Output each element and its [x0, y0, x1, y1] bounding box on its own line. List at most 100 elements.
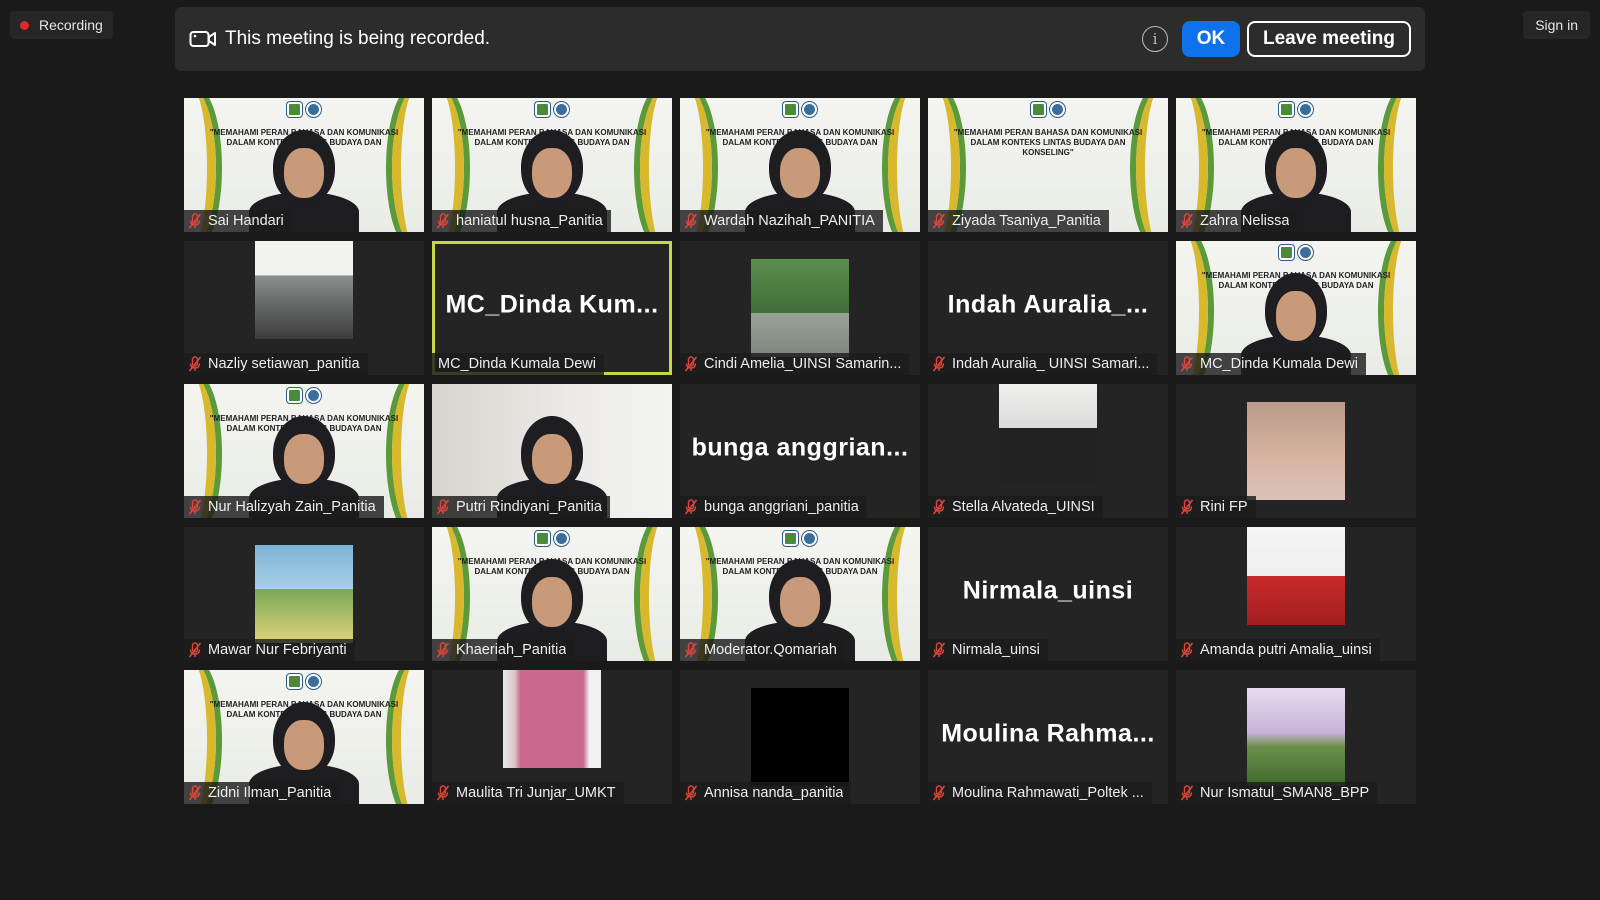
recording-indicator[interactable]: Recording [10, 11, 113, 39]
institution-logos [287, 388, 321, 403]
participant-tile[interactable]: Putri Rindiyani_Panitia [432, 384, 672, 518]
participant-name-label: Wardah Nazihah_PANITIA [680, 210, 883, 232]
participant-name-label: Rini FP [1176, 496, 1256, 518]
participant-display-name: bunga anggrian... [691, 433, 909, 462]
participant-photo [255, 545, 353, 643]
gallery-view: "MEMAHAMI PERAN BAHASA DAN KOMUNIKASI DA… [184, 98, 1416, 804]
mic-muted-icon [188, 499, 202, 515]
participant-tile[interactable]: "MEMAHAMI PERAN BAHASA DAN KOMUNIKASI DA… [184, 670, 424, 804]
participant-name-label: Putri Rindiyani_Panitia [432, 496, 610, 518]
participant-tile[interactable]: "MEMAHAMI PERAN BAHASA DAN KOMUNIKASI DA… [1176, 241, 1416, 375]
participant-tile[interactable]: Annisa nanda_panitia [680, 670, 920, 804]
participant-tile[interactable]: Moulina Rahma... Moulina Rahmawati_Poltek… [928, 670, 1168, 804]
ok-button[interactable]: OK [1182, 21, 1240, 57]
mic-muted-icon [684, 356, 698, 372]
swoosh-decoration [1136, 98, 1168, 232]
mic-muted-icon [188, 213, 202, 229]
participant-name-label: Nirmala_uinsi [928, 639, 1048, 661]
participant-name: Indah Auralia_ UINSI Samari... [952, 356, 1150, 372]
participant-name-label: bunga anggriani_panitia [680, 496, 867, 518]
participant-tile[interactable]: "MEMAHAMI PERAN BAHASA DAN KOMUNIKASI DA… [184, 98, 424, 232]
mic-muted-icon [436, 499, 450, 515]
institution-logos [783, 531, 817, 546]
participant-name-label: Khaeriah_Panitia [432, 639, 575, 661]
mic-muted-icon [436, 213, 450, 229]
mic-muted-icon [684, 499, 698, 515]
participant-tile[interactable]: "MEMAHAMI PERAN BAHASA DAN KOMUNIKASI DA… [928, 98, 1168, 232]
participant-tile[interactable]: Indah Auralia_... Indah Auralia_ UINSI Sa… [928, 241, 1168, 375]
participant-photo [1247, 688, 1345, 786]
institution-logos [535, 102, 569, 117]
participant-name-label: Ziyada Tsaniya_Panitia [928, 210, 1109, 232]
participant-tile[interactable]: "MEMAHAMI PERAN BAHASA DAN KOMUNIKASI DA… [432, 98, 672, 232]
participant-tile[interactable]: Nazliy setiawan_panitia [184, 241, 424, 375]
leave-meeting-button[interactable]: Leave meeting [1247, 21, 1411, 57]
mic-muted-icon [932, 642, 946, 658]
participant-name-label: Amanda putri Amalia_uinsi [1176, 639, 1380, 661]
participant-name: Cindi Amelia_UINSI Samarin... [704, 356, 902, 372]
participant-name-label: Zahra Nelissa [1176, 210, 1298, 232]
participant-name: bunga anggriani_panitia [704, 499, 859, 515]
participant-name: Mawar Nur Febriyanti [208, 642, 347, 658]
participant-tile[interactable]: Nirmala_uinsi Nirmala_uinsi [928, 527, 1168, 661]
mic-muted-icon [932, 213, 946, 229]
institution-logos [1279, 245, 1313, 260]
participant-tile[interactable]: "MEMAHAMI PERAN BAHASA DAN KOMUNIKASI DA… [680, 98, 920, 232]
participant-name: Maulita Tri Junjar_UMKT [456, 785, 616, 801]
participant-name: Nur Ismatul_SMAN8_BPP [1200, 785, 1370, 801]
participant-name: MC_Dinda Kumala Dewi [1200, 356, 1358, 372]
participant-name: Wardah Nazihah_PANITIA [704, 213, 875, 229]
participant-tile[interactable]: Mawar Nur Febriyanti [184, 527, 424, 661]
mic-muted-icon [1180, 499, 1194, 515]
participant-name: Amanda putri Amalia_uinsi [1200, 642, 1372, 658]
participant-tile[interactable]: "MEMAHAMI PERAN BAHASA DAN KOMUNIKASI DA… [1176, 98, 1416, 232]
participant-photo [999, 384, 1097, 482]
institution-logos [535, 531, 569, 546]
participant-tile[interactable]: "MEMAHAMI PERAN BAHASA DAN KOMUNIKASI DA… [432, 527, 672, 661]
institution-logos [287, 102, 321, 117]
participant-name-label: Stella Alvateda_UINSI [928, 496, 1103, 518]
institution-logos [1031, 102, 1065, 117]
participant-tile[interactable]: Maulita Tri Junjar_UMKT [432, 670, 672, 804]
mic-muted-icon [1180, 356, 1194, 372]
participant-tile[interactable]: "MEMAHAMI PERAN BAHASA DAN KOMUNIKASI DA… [184, 384, 424, 518]
participant-tile[interactable]: "MEMAHAMI PERAN BAHASA DAN KOMUNIKASI DA… [680, 527, 920, 661]
participant-name: Rini FP [1200, 499, 1248, 515]
participant-name: MC_Dinda Kumala Dewi [438, 356, 596, 372]
participant-name-label: haniatul husna_Panitia [432, 210, 611, 232]
participant-name-label: Zidni Ilman_Panitia [184, 782, 340, 804]
participant-tile[interactable]: bunga anggrian... bunga anggriani_panitia [680, 384, 920, 518]
mic-muted-icon [1180, 213, 1194, 229]
mic-muted-icon [684, 642, 698, 658]
participant-photo [503, 670, 601, 768]
webinar-title: "MEMAHAMI PERAN BAHASA DAN KOMUNIKASI DA… [953, 128, 1143, 157]
participant-name-label: MC_Dinda Kumala Dewi [1176, 353, 1366, 375]
recording-consent-banner: This meeting is being recorded. i OK Lea… [175, 7, 1425, 71]
participant-tile[interactable]: Rini FP [1176, 384, 1416, 518]
mic-muted-icon [932, 356, 946, 372]
mic-muted-icon [188, 642, 202, 658]
swoosh-decoration [1384, 98, 1416, 232]
participant-name: Khaeriah_Panitia [456, 642, 567, 658]
participant-name-label: Maulita Tri Junjar_UMKT [432, 782, 624, 804]
participant-photo [255, 241, 353, 339]
mic-muted-icon [1180, 642, 1194, 658]
institution-logos [1279, 102, 1313, 117]
participant-display-name: Moulina Rahma... [941, 719, 1155, 748]
swoosh-decoration [1384, 241, 1416, 375]
sign-in-button[interactable]: Sign in [1523, 11, 1590, 39]
participant-name: haniatul husna_Panitia [456, 213, 603, 229]
mic-muted-icon [1180, 785, 1194, 801]
participant-name-label: Indah Auralia_ UINSI Samari... [928, 353, 1158, 375]
info-icon[interactable]: i [1142, 26, 1168, 52]
participant-name-label: Moulina Rahmawati_Poltek ... [928, 782, 1152, 804]
participant-tile[interactable]: Amanda putri Amalia_uinsi [1176, 527, 1416, 661]
participant-tile[interactable]: Cindi Amelia_UINSI Samarin... [680, 241, 920, 375]
participant-name: Putri Rindiyani_Panitia [456, 499, 602, 515]
mic-muted-icon [436, 642, 450, 658]
participant-tile[interactable]: Stella Alvateda_UINSI [928, 384, 1168, 518]
swoosh-decoration [888, 527, 920, 661]
participant-name-label: Nazliy setiawan_panitia [184, 353, 368, 375]
participant-tile[interactable]: MC_Dinda Kum... MC_Dinda Kumala Dewi [432, 241, 672, 375]
participant-tile[interactable]: Nur Ismatul_SMAN8_BPP [1176, 670, 1416, 804]
